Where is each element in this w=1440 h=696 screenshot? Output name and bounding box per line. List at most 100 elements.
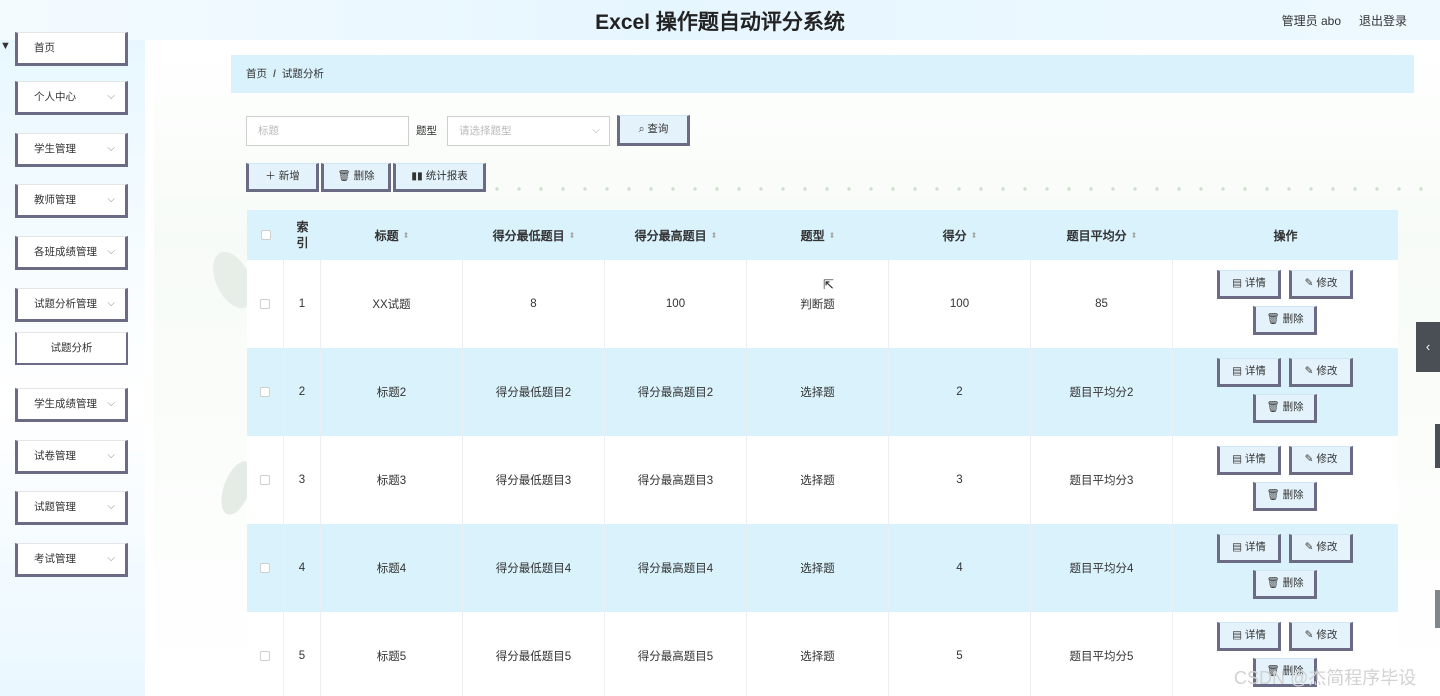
sort-icon[interactable]: ⬍	[829, 231, 836, 240]
sort-icon[interactable]: ⬍	[971, 231, 978, 240]
edit-button[interactable]: ✎ 修改	[1289, 358, 1353, 387]
header-checkbox-cell[interactable]	[247, 210, 284, 260]
row-checkbox[interactable]	[260, 475, 270, 485]
sidebar-subitem-question-analysis[interactable]: 试题分析	[15, 332, 128, 365]
cell-score: 100	[889, 260, 1031, 348]
page-scrollbar-marker[interactable]	[1435, 590, 1440, 628]
row-delete-label: 删除	[1282, 577, 1304, 589]
sort-icon[interactable]: ⬍	[569, 231, 576, 240]
breadcrumb-current: 试题分析	[281, 68, 324, 80]
header-min[interactable]: 得分最低题目 ⬍	[463, 210, 605, 260]
detail-button[interactable]: ▤ 详情	[1217, 622, 1281, 651]
edit-button[interactable]: ✎ 修改	[1289, 270, 1353, 299]
cell-actions: ▤ 详情 ✎ 修改 🗑 删除	[1173, 436, 1398, 524]
report-button[interactable]: ▮▮ 统计报表	[393, 163, 486, 192]
detail-button[interactable]: ▤ 详情	[1217, 270, 1281, 299]
sidebar-item-teacher-management[interactable]: 教师管理 ⌵	[15, 184, 128, 218]
chevron-down-icon: ⌵	[107, 143, 115, 154]
chevron-down-icon: ⌵	[107, 194, 115, 205]
select-all-checkbox[interactable]	[260, 230, 271, 240]
trash-icon: 🗑	[337, 170, 354, 182]
row-checkbox-cell[interactable]	[247, 348, 284, 436]
table-header: 索引 标题 ⬍ 得分最低题目 ⬍ 得分最高题目 ⬍ 题型 ⬍ 得分 ⬍ 题目平均分 ⬍ 操作	[247, 210, 1398, 260]
cell-index: 3	[284, 436, 321, 524]
document-icon: ▤	[1232, 365, 1245, 377]
header-avg[interactable]: 题目平均分 ⬍	[1031, 210, 1173, 260]
row-checkbox[interactable]	[260, 563, 270, 573]
table-row: 1 XX试题 8 100 判断题 100 85 ▤ 详情 ✎ 修改 🗑 删除	[247, 260, 1398, 348]
header-label: 操作	[1273, 228, 1298, 243]
row-checkbox[interactable]	[260, 387, 270, 397]
document-icon: ▤	[1232, 277, 1245, 289]
header-score[interactable]: 得分 ⬍	[889, 210, 1031, 260]
row-checkbox-cell[interactable]	[247, 260, 284, 348]
detail-label: 详情	[1244, 453, 1266, 465]
header-title[interactable]: 标题 ⬍	[321, 210, 463, 260]
sidebar-item-student-scores[interactable]: 学生成绩管理 ⌵	[15, 388, 128, 422]
cell-min: 得分最低题目2	[463, 348, 605, 436]
type-label: 题型	[416, 125, 437, 137]
breadcrumb-home[interactable]: 首页	[246, 68, 267, 80]
cell-title: 标题3	[321, 436, 463, 524]
query-button[interactable]: ⌕ 查询	[617, 115, 690, 146]
sidebar-item-student-management[interactable]: 学生管理 ⌵	[15, 133, 128, 167]
cell-title: 标题5	[321, 612, 463, 696]
edit-button[interactable]: ✎ 修改	[1289, 446, 1353, 475]
table-row: 2 标题2 得分最低题目2 得分最高题目2 选择题 2 题目平均分2 ▤ 详情 …	[247, 348, 1398, 436]
row-delete-button[interactable]: 🗑 删除	[1253, 570, 1317, 599]
sidebar-item-paper-management[interactable]: 试卷管理 ⌵	[15, 440, 128, 474]
cell-type: 选择题	[747, 524, 889, 612]
cell-avg: 题目平均分3	[1031, 436, 1173, 524]
sidebar-item-home[interactable]: 首页	[15, 32, 128, 66]
cell-type: 选择题	[747, 612, 889, 696]
edit-button[interactable]: ✎ 修改	[1289, 622, 1353, 651]
logout-link[interactable]: 退出登录	[1359, 12, 1407, 29]
row-checkbox[interactable]	[260, 651, 270, 661]
sidebar-item-exam-management[interactable]: 考试管理 ⌵	[15, 543, 128, 577]
type-select[interactable]: 请选择题型 ⌵	[447, 116, 610, 146]
sidebar-item-personal-center[interactable]: 个人中心 ⌵	[15, 81, 128, 115]
cell-max: 得分最高题目4	[605, 524, 747, 612]
cell-title: 标题4	[321, 524, 463, 612]
cell-score: 5	[889, 612, 1031, 696]
sidebar-item-question-management[interactable]: 试题管理 ⌵	[15, 491, 128, 525]
cell-index: 5	[284, 612, 321, 696]
collapse-panel-tab[interactable]: ‹	[1416, 322, 1440, 372]
row-checkbox-cell[interactable]	[247, 612, 284, 696]
current-user: 管理员 abo	[1281, 14, 1341, 28]
cell-avg: 题目平均分4	[1031, 524, 1173, 612]
sidebar-item-question-analysis-management[interactable]: 试题分析管理 ⌵	[15, 288, 128, 322]
row-delete-button[interactable]: 🗑 删除	[1253, 394, 1317, 423]
add-button[interactable]: ＋ 新增	[246, 163, 319, 192]
background-dots	[486, 186, 1426, 192]
sort-icon[interactable]: ⬍	[711, 231, 718, 240]
mouse-cursor-icon: ⇱	[823, 277, 834, 292]
header-max[interactable]: 得分最高题目 ⬍	[605, 210, 747, 260]
sort-icon[interactable]: ⬍	[1131, 231, 1138, 240]
chevron-down-icon: ⌵	[107, 501, 115, 512]
title-search-input[interactable]: 标题	[246, 116, 409, 146]
breadcrumb: 首页 / 试题分析	[231, 55, 1414, 93]
row-checkbox[interactable]	[260, 299, 270, 309]
edit-button[interactable]: ✎ 修改	[1289, 534, 1353, 563]
delete-button[interactable]: 🗑 删除	[321, 163, 391, 192]
scroll-down-icon[interactable]: ▼	[0, 40, 11, 52]
table-row: 5 标题5 得分最低题目5 得分最高题目5 选择题 5 题目平均分5 ▤ 详情 …	[247, 612, 1398, 696]
cell-index: 1	[284, 260, 321, 348]
detail-button[interactable]: ▤ 详情	[1217, 358, 1281, 387]
trash-icon: 🗑	[1266, 489, 1283, 501]
detail-button[interactable]: ▤ 详情	[1217, 446, 1281, 475]
cell-score: 3	[889, 436, 1031, 524]
page-scrollbar-thumb[interactable]	[1435, 424, 1440, 468]
row-checkbox-cell[interactable]	[247, 436, 284, 524]
header-type[interactable]: 题型 ⬍	[747, 210, 889, 260]
breadcrumb-separator: /	[273, 68, 276, 80]
row-delete-button[interactable]: 🗑 删除	[1253, 482, 1317, 511]
sidebar-item-class-grades[interactable]: 各班成绩管理 ⌵	[15, 236, 128, 270]
row-checkbox-cell[interactable]	[247, 524, 284, 612]
detail-button[interactable]: ▤ 详情	[1217, 534, 1281, 563]
row-delete-button[interactable]: 🗑 删除	[1253, 306, 1317, 335]
trash-icon: 🗑	[1266, 577, 1283, 589]
sort-icon[interactable]: ⬍	[403, 231, 410, 240]
sidebar-item-label: 试题分析管理	[34, 298, 97, 310]
